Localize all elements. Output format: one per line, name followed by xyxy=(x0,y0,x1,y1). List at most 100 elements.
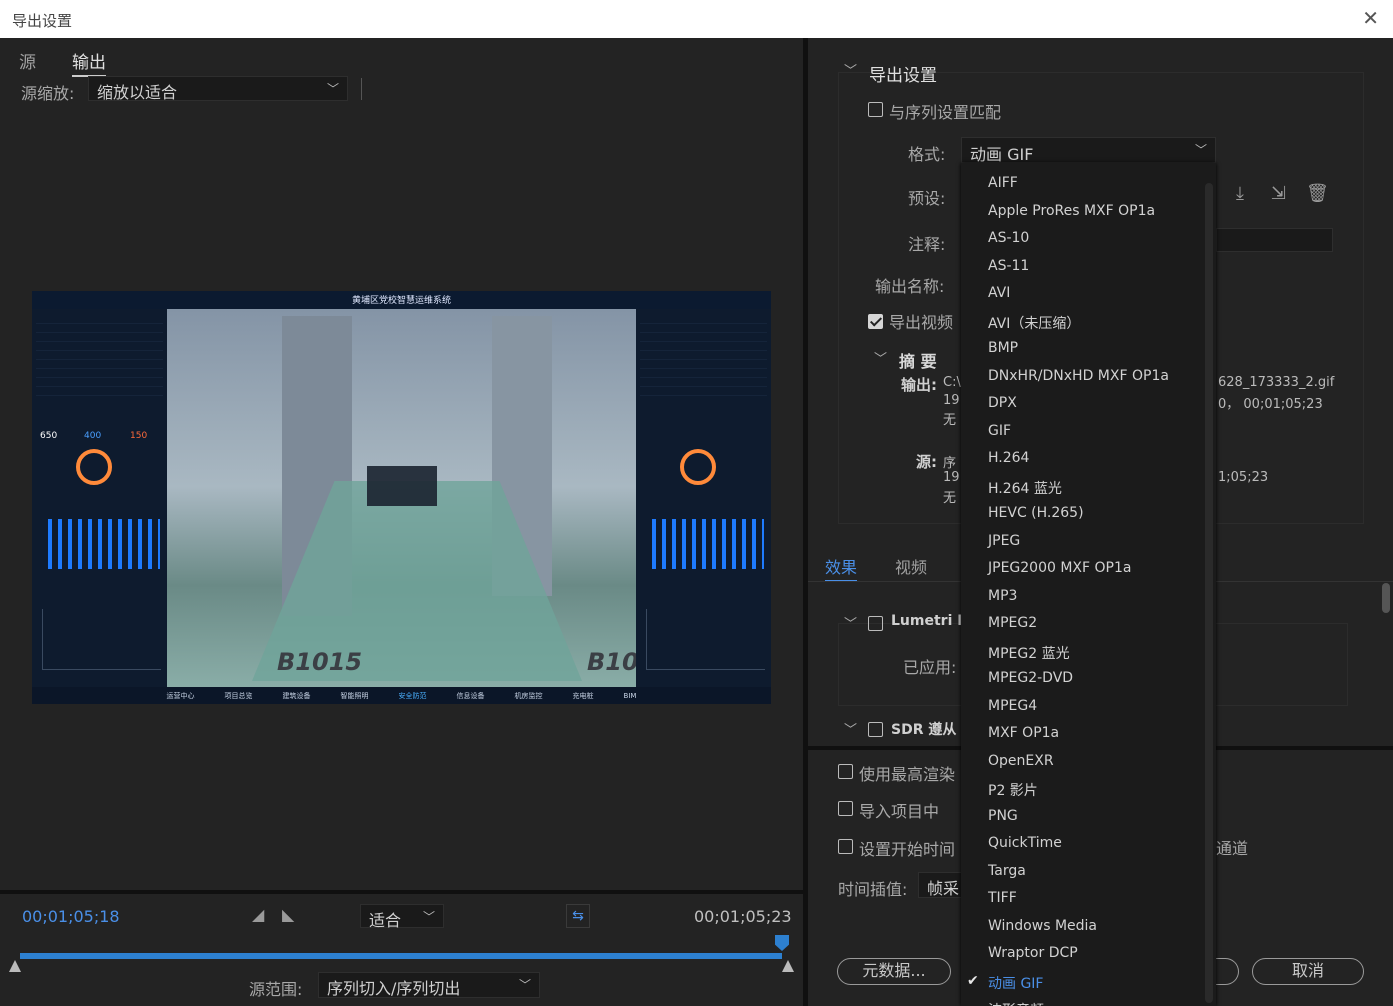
right-dashboard xyxy=(636,309,771,687)
format-dropdown-list[interactable]: AIFF Apple ProRes MXF OP1a AS-10 AS-11 AVI AV… xyxy=(961,163,1216,1006)
preview-nav-item: 项目总览 xyxy=(224,691,253,700)
metadata-button[interactable]: 元数据... xyxy=(837,958,951,985)
import-preset-icon[interactable]: ⇲ xyxy=(1271,183,1286,204)
output-name-label: 输出名称: xyxy=(875,277,945,296)
tab-source[interactable]: 源 xyxy=(19,48,36,73)
preview-nav: 运营中心 项目总览 建筑设备 智能照明 安全防范 信息设备 机房监控 充电桩 B… xyxy=(32,687,771,704)
timeline-bar[interactable] xyxy=(20,953,782,959)
chevron-down-icon[interactable]: ﹀ xyxy=(874,348,887,367)
format-option[interactable]: AVI xyxy=(988,285,1010,301)
format-option[interactable]: HEVC (H.265) xyxy=(988,505,1084,521)
left-dashboard: 650 400 150 xyxy=(32,309,167,687)
scrollbar-thumb[interactable] xyxy=(1382,583,1390,613)
format-option[interactable]: Wraptor DCP xyxy=(988,945,1078,961)
chevron-down-icon: ﹀ xyxy=(518,978,531,992)
output-path: C:\ xyxy=(943,375,961,390)
set-start-time-checkbox[interactable] xyxy=(838,839,853,854)
format-option[interactable]: MP3 xyxy=(988,588,1017,604)
format-option[interactable]: BMP xyxy=(988,340,1018,356)
fit-dropdown[interactable]: 适合 ﹀ xyxy=(360,904,444,930)
format-option[interactable]: 波形音频 xyxy=(988,1000,1044,1006)
format-option[interactable]: AIFF xyxy=(988,175,1018,191)
import-project-label: 导入项目中 xyxy=(859,802,940,821)
mark-out-icon[interactable]: ◣ xyxy=(282,905,294,924)
aspect-toggle-icon[interactable]: ⇆ xyxy=(566,904,590,928)
divider xyxy=(0,890,803,894)
format-option[interactable]: Windows Media xyxy=(988,918,1097,934)
format-option[interactable]: AS-11 xyxy=(988,258,1029,274)
export-video-label: 导出视频 xyxy=(889,313,954,332)
bar-chart xyxy=(48,519,160,569)
format-option[interactable]: AS-10 xyxy=(988,230,1029,246)
format-option[interactable]: JPEG xyxy=(988,533,1020,549)
lumetri-checkbox[interactable] xyxy=(868,616,883,631)
format-option[interactable]: MXF OP1a xyxy=(988,725,1059,741)
format-option[interactable]: DNxHR/DNxHD MXF OP1a xyxy=(988,368,1169,384)
stat-value: 150 xyxy=(130,431,148,441)
save-preset-icon[interactable]: ⤓ xyxy=(1236,183,1244,204)
source-label: 源: xyxy=(916,453,937,471)
checkmark-icon: ✔ xyxy=(967,972,979,989)
format-option[interactable]: MPEG2 蓝光 xyxy=(988,643,1070,663)
export-video-checkbox[interactable] xyxy=(868,314,883,329)
in-point-handle[interactable] xyxy=(9,960,21,972)
format-dropdown[interactable]: 动画 GIF ﹀ xyxy=(961,137,1216,164)
current-timecode[interactable]: 00;01;05;18 xyxy=(22,907,120,926)
tab-video[interactable]: 视频 xyxy=(895,554,927,578)
left-panel: 源 输出 源缩放: 缩放以适合 ﹀ 黄埔区党校智慧运维系统 B1015 B101… xyxy=(0,38,803,1006)
format-option[interactable]: GIF xyxy=(988,423,1011,439)
mark-in-icon[interactable]: ◢ xyxy=(252,905,264,924)
format-option[interactable]: H.264 xyxy=(988,450,1029,466)
format-option[interactable]: 动画 GIF xyxy=(988,973,1043,993)
source-range-value: 序列切入/序列切出 xyxy=(327,979,461,998)
chevron-down-icon: ﹀ xyxy=(326,82,339,96)
match-sequence-checkbox[interactable] xyxy=(868,102,883,117)
format-option[interactable]: MPEG2-DVD xyxy=(988,670,1073,686)
out-point-handle[interactable] xyxy=(782,960,794,972)
format-option[interactable]: OpenEXR xyxy=(988,753,1054,769)
chevron-down-icon[interactable]: ﹀ xyxy=(844,613,857,632)
source-range-dropdown[interactable]: 序列切入/序列切出 ﹀ xyxy=(318,972,540,998)
tab-effects[interactable]: 效果 xyxy=(825,554,858,582)
sdr-checkbox[interactable] xyxy=(868,722,883,737)
info-popup xyxy=(367,466,437,506)
preview-nav-item: 安全防范 xyxy=(398,691,427,700)
bar-chart xyxy=(652,519,764,569)
gauge xyxy=(76,449,112,485)
import-project-checkbox[interactable] xyxy=(838,801,853,816)
chevron-down-icon[interactable]: ﹀ xyxy=(844,60,857,79)
source-info: 19 xyxy=(943,470,960,485)
source-scale-label: 源缩放: xyxy=(21,84,75,103)
format-option[interactable]: Apple ProRes MXF OP1a xyxy=(988,203,1155,219)
output-info: 无 xyxy=(943,413,957,428)
cancel-button[interactable]: 取消 xyxy=(1252,958,1364,985)
chevron-down-icon[interactable]: ﹀ xyxy=(844,719,857,738)
output-label: 输出: xyxy=(901,376,937,394)
line-chart xyxy=(42,609,161,670)
close-icon[interactable]: ✕ xyxy=(1362,6,1379,30)
chevron-down-icon: ﹀ xyxy=(1194,143,1207,157)
format-option[interactable]: MPEG2 xyxy=(988,615,1037,631)
delete-preset-icon[interactable]: 🗑 xyxy=(1306,183,1329,204)
preview-nav-item: 建筑设备 xyxy=(282,691,311,700)
format-option[interactable]: AVI（未压缩） xyxy=(988,313,1080,333)
playhead[interactable] xyxy=(775,935,789,951)
comment-input[interactable] xyxy=(1216,228,1333,252)
format-option[interactable]: Targa xyxy=(988,863,1026,879)
applied-label: 已应用: xyxy=(903,658,957,677)
format-option[interactable]: JPEG2000 MXF OP1a xyxy=(988,560,1131,576)
format-option[interactable]: PNG xyxy=(988,808,1018,824)
format-option[interactable]: QuickTime xyxy=(988,835,1062,851)
source-scale-dropdown[interactable]: 缩放以适合 ﹀ xyxy=(88,76,348,102)
format-option[interactable]: MPEG4 xyxy=(988,698,1037,714)
stat-value: 400 xyxy=(84,431,102,441)
dropdown-scrollbar[interactable] xyxy=(1205,183,1213,1003)
channel-label: 通道 xyxy=(1216,839,1249,858)
comment-label: 注释: xyxy=(908,235,946,254)
max-render-checkbox[interactable] xyxy=(838,764,853,779)
format-option[interactable]: H.264 蓝光 xyxy=(988,478,1062,498)
format-option[interactable]: TIFF xyxy=(988,890,1017,906)
tab-output[interactable]: 输出 xyxy=(72,48,106,77)
format-option[interactable]: DPX xyxy=(988,395,1017,411)
format-option[interactable]: P2 影片 xyxy=(988,780,1038,800)
